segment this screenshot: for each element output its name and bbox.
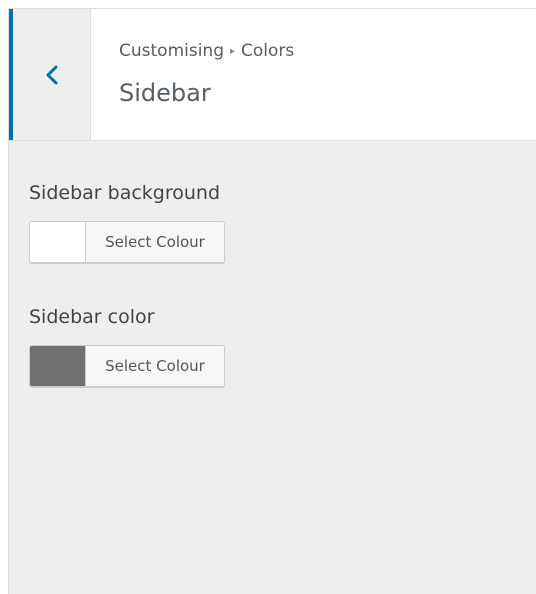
select-colour-button[interactable]: Select Colour <box>29 345 225 387</box>
chevron-left-icon <box>45 64 59 86</box>
breadcrumb: Customising ▸ Colors <box>119 39 294 64</box>
header-titles: Customising ▸ Colors Sidebar <box>119 39 294 108</box>
color-swatch[interactable] <box>30 346 86 386</box>
select-colour-button[interactable]: Select Colour <box>29 221 225 263</box>
breadcrumb-root: Customising <box>119 41 224 61</box>
back-button[interactable] <box>9 9 91 140</box>
select-colour-label[interactable]: Select Colour <box>86 222 224 262</box>
select-colour-label[interactable]: Select Colour <box>86 346 224 386</box>
breadcrumb-current: Colors <box>241 41 295 61</box>
section-header: Customising ▸ Colors Sidebar <box>9 9 536 141</box>
control-label: Sidebar background <box>29 182 221 204</box>
color-swatch[interactable] <box>30 222 86 262</box>
control-label: Sidebar color <box>29 306 155 328</box>
breadcrumb-separator: ▸ <box>230 46 236 57</box>
sidebar-background-control: Sidebar background Select Colour <box>29 181 225 263</box>
sidebar-color-control: Sidebar color Select Colour <box>29 305 225 387</box>
page-title: Sidebar <box>119 79 211 107</box>
customizer-panel: Customising ▸ Colors Sidebar Sidebar backg… <box>8 8 536 594</box>
